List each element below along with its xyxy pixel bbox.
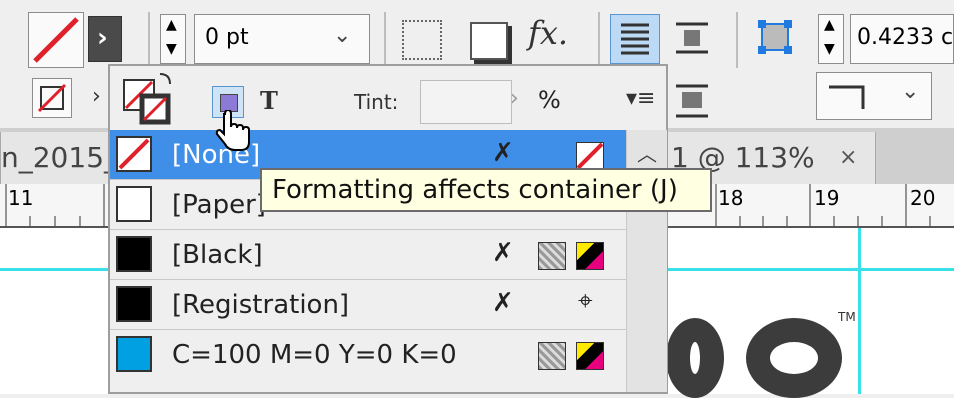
swatch-row-registration[interactable]: [Registration] ✗ ⌖ xyxy=(110,280,626,330)
stepper-down-icon: ▼ xyxy=(166,41,177,57)
ref-value-field[interactable]: 0.4233 c xyxy=(850,14,954,64)
formatting-text-button[interactable]: T xyxy=(260,86,278,115)
effects-fx-icon[interactable]: fx. xyxy=(528,14,568,52)
swatch-name: C=100 M=0 Y=0 K=0 xyxy=(172,340,457,370)
reference-point-icon xyxy=(758,20,792,54)
swatch-name: [Black] xyxy=(172,240,263,270)
frame-fitting-icon[interactable] xyxy=(756,18,792,54)
chevron-down-icon: ⌄ xyxy=(901,79,920,104)
document-tab-left[interactable]: n_2015_ xyxy=(0,132,118,184)
stroke-weight-field[interactable]: 0 pt ⌄ xyxy=(194,14,370,64)
stroke-none-icon xyxy=(37,83,67,113)
swatch-row-black[interactable]: [Black] ✗ xyxy=(110,230,626,280)
no-edit-pencil-icon: ✗ xyxy=(492,238,514,268)
stepper-down-icon: ▼ xyxy=(824,41,835,57)
logo-letter-o xyxy=(746,318,842,398)
text-wrap-none-button[interactable] xyxy=(610,14,660,64)
ruler-label: 19 xyxy=(814,186,840,210)
swatch-chip xyxy=(116,236,152,272)
swatch-chip xyxy=(116,186,152,222)
stroke-none-swatch[interactable] xyxy=(32,78,72,118)
stepper-up-icon: ▲ xyxy=(824,17,835,33)
cmyk-mode-icon xyxy=(576,242,604,270)
swatch-chip xyxy=(116,136,152,172)
none-swatch-type-icon xyxy=(576,142,604,170)
cmyk-mode-icon xyxy=(576,342,604,370)
wrap-jump-icon xyxy=(676,84,708,118)
fill-none-swatch[interactable] xyxy=(28,12,84,68)
ref-value-stepper[interactable]: ▲ ▼ xyxy=(818,14,844,64)
separator xyxy=(598,12,600,68)
corner-shape-select[interactable]: ⌄ xyxy=(816,72,932,120)
none-slash-icon xyxy=(118,138,150,170)
swatch-chip xyxy=(116,336,152,372)
stroke-arrow-icon: › xyxy=(92,84,101,109)
stepper-up-icon: ▲ xyxy=(166,17,177,33)
chevron-up-icon[interactable]: ︿ xyxy=(637,138,657,167)
ref-value-text: 0.4233 c xyxy=(857,25,954,50)
registration-target-icon: ⌖ xyxy=(578,286,593,316)
none-slash-icon xyxy=(33,17,79,63)
chevron-down-icon: ⌄ xyxy=(333,23,352,48)
chevron-right-icon: › xyxy=(97,23,108,53)
corner-shape-icon xyxy=(829,85,865,109)
wrap-lines-icon xyxy=(621,23,649,55)
select-container-icon[interactable] xyxy=(402,20,442,60)
separator xyxy=(148,12,150,68)
ruler-label: 11 xyxy=(8,186,34,210)
guide-vertical[interactable] xyxy=(858,228,861,394)
logo-letter-o xyxy=(666,318,724,398)
close-icon[interactable]: × xyxy=(839,132,857,184)
separator xyxy=(736,12,738,68)
stroke-weight-value: 0 pt xyxy=(205,25,249,50)
fill-menu-button[interactable]: › xyxy=(88,16,122,62)
process-color-icon xyxy=(538,342,566,370)
tooltip-text: Formatting affects container (J) xyxy=(272,175,678,205)
chevron-right-icon[interactable]: › xyxy=(510,86,519,111)
fill-stroke-swap-icon[interactable] xyxy=(120,70,178,125)
drop-shadow-icon[interactable] xyxy=(470,22,508,60)
no-edit-pencil-icon: ✗ xyxy=(492,288,514,318)
ruler-label: 20 xyxy=(910,186,936,210)
process-color-icon xyxy=(538,242,566,270)
text-wrap-bbox-button[interactable] xyxy=(668,14,716,62)
fill-stroke-icon xyxy=(123,73,171,125)
swatch-name: [Registration] xyxy=(172,290,350,320)
tint-unit: % xyxy=(538,86,561,114)
swatch-name: [Paper] xyxy=(172,190,266,220)
swatch-chip xyxy=(116,286,152,322)
trademark-mark: TM xyxy=(838,310,856,324)
no-edit-pencil-icon: ✗ xyxy=(492,138,514,168)
hand-cursor-icon xyxy=(215,110,250,151)
tint-field[interactable] xyxy=(420,80,512,124)
wrap-box-icon xyxy=(676,22,708,54)
panel-menu-icon[interactable]: ▾≡ xyxy=(626,86,655,111)
tooltip: Formatting affects container (J) xyxy=(260,168,712,212)
text-wrap-jump-button[interactable] xyxy=(668,80,716,122)
ruler-label: 18 xyxy=(718,186,744,210)
tint-label: Tint: xyxy=(354,90,399,114)
stroke-weight-stepper[interactable]: ▲ ▼ xyxy=(160,14,186,64)
tab-title: n_2015_ xyxy=(1,141,119,174)
separator xyxy=(384,12,386,68)
swatch-row-cyan[interactable]: C=100 M=0 Y=0 K=0 xyxy=(110,330,626,380)
